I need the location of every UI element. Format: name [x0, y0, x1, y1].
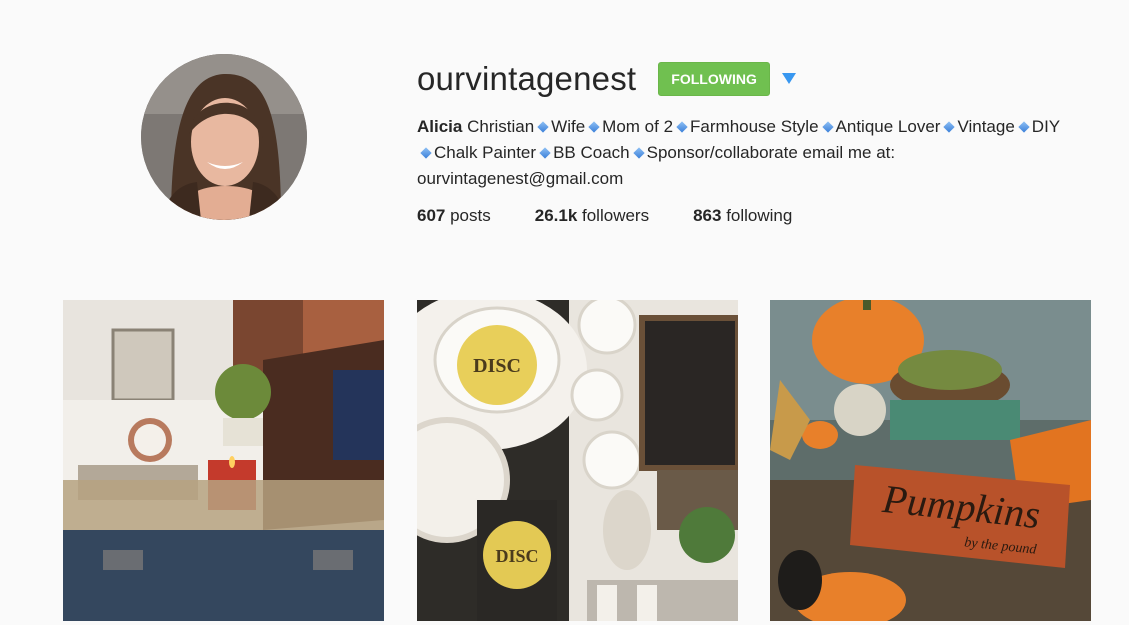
following-link[interactable]: 863 following [693, 206, 792, 226]
followers-link[interactable]: 26.1k followers [535, 206, 649, 226]
bio-item: Antique Lover [835, 117, 941, 136]
disc-label: DISC [473, 355, 521, 377]
diamond-icon [420, 146, 432, 159]
posts-stat: 607 posts [417, 206, 491, 226]
bio-item: Vintage [957, 117, 1015, 136]
bio-item: BB Coach [553, 143, 630, 162]
following-count: 863 [693, 206, 722, 225]
diamond-icon [537, 120, 549, 133]
diamond-icon [676, 120, 688, 133]
followers-count: 26.1k [534, 206, 578, 225]
posts-label: posts [445, 206, 491, 225]
bio-name-rest: Christian [462, 117, 535, 136]
bio-item: Chalk Painter [434, 143, 537, 162]
bio-item: Mom of 2 [602, 117, 674, 136]
diamond-icon [821, 120, 834, 133]
diamond-icon [943, 120, 956, 133]
followers-label: followers [577, 206, 650, 225]
profile-bio: Alicia Christian Wife Mom of 2 Farmhouse St… [417, 114, 1077, 192]
post-tile-3[interactable]: Pumpkins by the pound [770, 300, 1091, 621]
post-tile-1[interactable] [63, 300, 384, 621]
bio-item: DIY [1031, 117, 1061, 136]
profile-stats: 607 posts 26.1k followers 863 following [417, 206, 1107, 226]
following-label: following [721, 206, 793, 225]
caret-down-icon[interactable] [781, 73, 796, 85]
following-button[interactable]: FOLLOWING [658, 62, 770, 96]
bio-item: Wife [551, 117, 586, 136]
profile-avatar[interactable] [141, 54, 307, 220]
post-tile-2[interactable]: DISC DISC [417, 300, 738, 621]
posts-count: 607 [417, 206, 446, 225]
username: ourvintagenest [417, 60, 637, 97]
profile-header: ourvintagenest FOLLOWING Alicia Christia… [417, 56, 1107, 226]
diamond-icon [539, 146, 551, 159]
diamond-icon [632, 146, 645, 159]
disc-label-2: DISC [495, 546, 538, 566]
bio-name-bold: Alicia [417, 117, 463, 136]
diamond-icon [588, 120, 600, 133]
bio-item: Farmhouse Style [690, 117, 819, 136]
diamond-icon [1018, 120, 1030, 133]
